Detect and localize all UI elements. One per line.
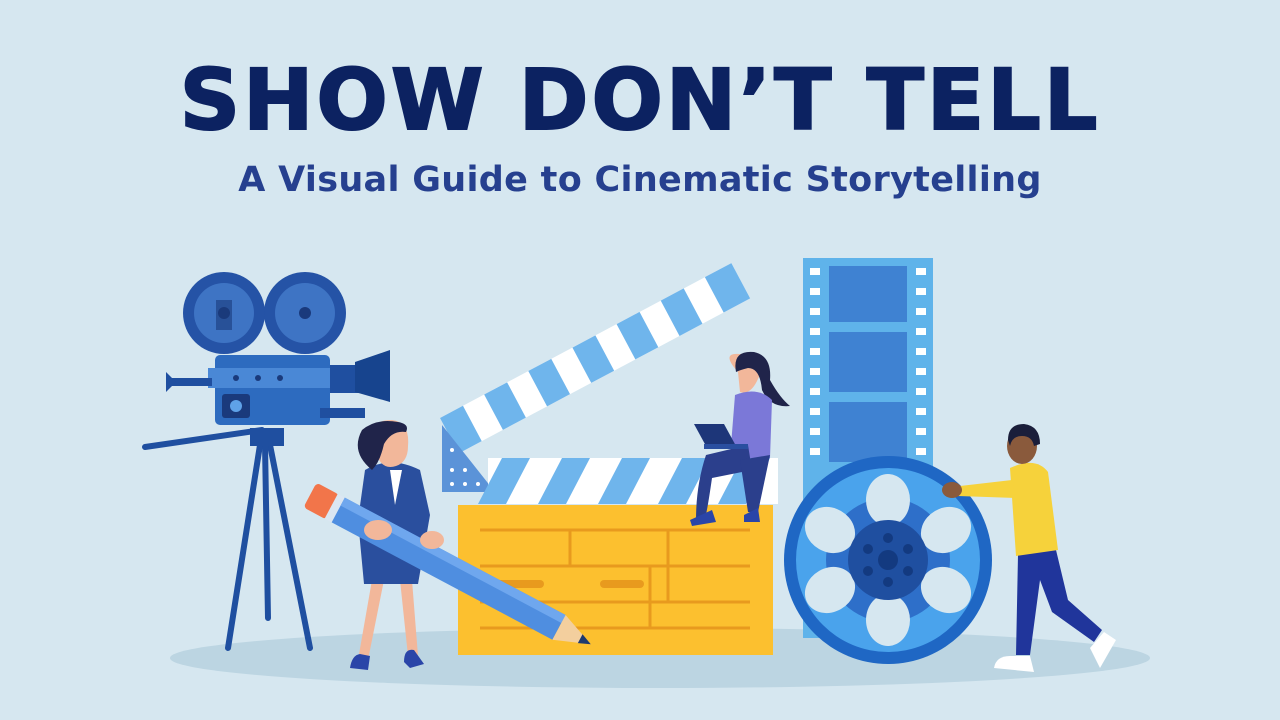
hero-illustration (142, 258, 1150, 688)
film-camera-icon (142, 272, 390, 651)
